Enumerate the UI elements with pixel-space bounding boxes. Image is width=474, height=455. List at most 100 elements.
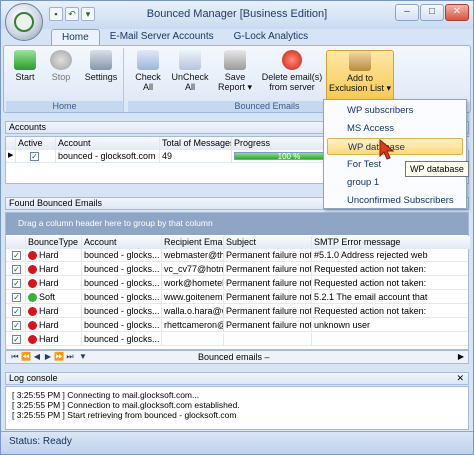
table-row[interactable]: ✓ Hard bounced - glocks...vc_cv77@hotm...P… (6, 263, 468, 276)
menu-item-wp-database[interactable]: WP database (327, 138, 463, 155)
account-column-header[interactable]: Account (56, 137, 160, 150)
uncheck-all-label-2: All (184, 82, 195, 92)
next-record-icon[interactable]: ▶ (43, 352, 53, 362)
tab-glock-analytics[interactable]: G-Lock Analytics (224, 29, 318, 45)
log-line: [ 3:25:55 PM ] Connection to mail.glocks… (12, 400, 240, 410)
table-row[interactable]: ✓ Hard bounced - glocks...rhettcameron@...… (6, 319, 468, 332)
total-messages-column-header[interactable]: Total of Messages (160, 137, 232, 150)
hard-bounce-icon (28, 321, 37, 331)
hard-bounce-icon (28, 335, 37, 345)
status-bar: Status: Ready (1, 431, 473, 454)
stop-button[interactable]: Stop (46, 50, 76, 82)
row-checkbox-cell[interactable]: ✓ (6, 291, 26, 304)
tab-home[interactable]: Home (51, 29, 100, 45)
exclusion-label-2: Exclusion List ▾ (328, 83, 392, 93)
row-selector-header (6, 236, 26, 249)
log-line: [ 3:25:55 PM ] Connecting to mail.glocks… (12, 390, 200, 400)
menu-item-wp-subscribers[interactable]: WP subscribers (327, 102, 463, 119)
email-cell: rhettcameron@... (162, 319, 224, 332)
email-cell (162, 333, 224, 346)
uncheck-all-button[interactable]: UnCheck All (170, 50, 210, 92)
row-checkbox-cell[interactable]: ✓ (6, 319, 26, 332)
smtp-error-column-header[interactable]: SMTP Error message (312, 236, 470, 249)
bounce-type-label: Hard (39, 334, 59, 344)
mouse-cursor-icon (379, 139, 395, 160)
table-row[interactable]: ✓ Hard bounced - glocks...work@hometeh...P… (6, 277, 468, 290)
group-by-panel[interactable]: Drag a column header here to group by th… (6, 213, 468, 235)
row-checkbox[interactable]: ✓ (12, 293, 21, 303)
table-row[interactable]: ✓ Hard bounced - glocks... (6, 333, 468, 346)
account-column-header[interactable]: Account (82, 236, 162, 249)
bounce-type-label: Hard (39, 306, 59, 316)
first-record-icon[interactable]: ⏮ (10, 352, 20, 362)
table-row[interactable]: ✓ Soft bounced - glocks... www.goitenem... P… (6, 291, 468, 304)
exclusion-list-icon (349, 51, 371, 71)
subject-cell: Permanent failure notice (226, 291, 312, 304)
next-page-icon[interactable]: ⏩ (54, 352, 64, 362)
filter-icon[interactable]: ▼ (78, 352, 88, 362)
subject-cell (224, 333, 312, 346)
subject-column-header[interactable]: Subject (224, 236, 312, 249)
save-report-button[interactable]: Save Report ▾ (214, 50, 256, 92)
uncheck-all-icon (179, 50, 201, 70)
row-checkbox[interactable]: ✓ (12, 265, 21, 275)
row-checkbox[interactable]: ✓ (12, 321, 21, 331)
table-row[interactable]: ✓ Hard bounced - glocks...walla.o.hara@w..… (6, 305, 468, 318)
bounce-type-column-header[interactable]: BounceType (26, 236, 82, 249)
menu-item-ms-access[interactable]: MS Access (327, 120, 463, 137)
row-checkbox-cell[interactable]: ✓ (6, 305, 26, 318)
tab-email-server-accounts[interactable]: E-Mail Server Accounts (100, 29, 224, 45)
bounce-type-cell: Hard (26, 263, 82, 276)
subject-cell: Permanent failure notice (226, 319, 312, 332)
prev-record-icon[interactable]: ◀ (32, 352, 42, 362)
minimize-button[interactable]: – (395, 4, 419, 21)
bounced-emails-footer: Bounced emails – (198, 352, 270, 362)
hard-bounce-icon (28, 265, 37, 275)
delete-label-2: from server (269, 82, 315, 92)
check-all-button[interactable]: Check All (130, 50, 166, 92)
log-console: [ 3:25:55 PM ] Connecting to mail.glocks… (5, 386, 469, 430)
row-checkbox-cell[interactable]: ✓ (6, 333, 26, 346)
row-checkbox-cell[interactable]: ✓ (6, 277, 26, 290)
email-cell: vc_cv77@hotm... (162, 263, 224, 276)
maximize-button[interactable]: □ (420, 4, 444, 21)
bounce-type-cell: Soft (26, 291, 82, 304)
error-cell: 5.2.1 The email account that (314, 292, 428, 302)
table-row[interactable]: ✓ Hard bounced - glocks...webmaster@th...P… (6, 249, 468, 262)
active-checkbox[interactable]: ✓ (30, 152, 39, 162)
grid-navigator: ⏮ ⏪ ◀ ▶ ⏩ ⏭ ▼ Bounced emails – ▶ (5, 350, 469, 364)
account-cell: bounced - glocksoft.com (56, 150, 160, 163)
bounce-type-cell: Hard (26, 319, 82, 332)
stop-icon (50, 50, 72, 70)
log-close-icon[interactable]: ✕ (456, 373, 464, 384)
error-cell: unknown user (314, 320, 371, 330)
row-checkbox[interactable]: ✓ (12, 335, 21, 345)
stop-label: Stop (51, 72, 71, 82)
add-to-exclusion-list-button[interactable]: Add to Exclusion List ▾ (326, 50, 394, 102)
email-cell: work@hometeh... (164, 277, 224, 290)
row-checkbox-cell[interactable]: ✓ (6, 263, 26, 276)
scroll-right-icon[interactable]: ▶ (458, 352, 464, 361)
row-checkbox-cell[interactable]: ✓ (6, 249, 26, 262)
save-report-icon (224, 50, 246, 70)
email-cell: www.goitenem... (164, 291, 224, 304)
row-checkbox[interactable]: ✓ (12, 251, 21, 261)
delete-emails-button[interactable]: Delete email(s) from server (260, 50, 324, 92)
last-record-icon[interactable]: ⏭ (65, 352, 75, 362)
close-button[interactable]: ✕ (445, 4, 469, 21)
start-button[interactable]: Start (10, 50, 40, 82)
application-menu-button[interactable] (5, 3, 43, 41)
settings-button[interactable]: Settings (82, 50, 120, 82)
active-cell[interactable]: ✓ (16, 150, 56, 163)
prev-page-icon[interactable]: ⏪ (21, 352, 31, 362)
start-label: Start (15, 72, 35, 82)
save-report-label-1: Save (224, 72, 246, 82)
hard-bounce-icon (28, 307, 37, 317)
bounce-type-cell: Hard (26, 305, 82, 318)
row-checkbox[interactable]: ✓ (12, 307, 21, 317)
active-column-header[interactable]: Active (16, 137, 56, 150)
found-bounced-grid: Drag a column header here to group by th… (5, 212, 470, 350)
menu-item-unconfirmed-subscribers[interactable]: Unconfirmed Subscribers (327, 192, 463, 209)
recipient-email-column-header[interactable]: Recipient Email... (162, 236, 224, 249)
row-checkbox[interactable]: ✓ (12, 279, 21, 289)
